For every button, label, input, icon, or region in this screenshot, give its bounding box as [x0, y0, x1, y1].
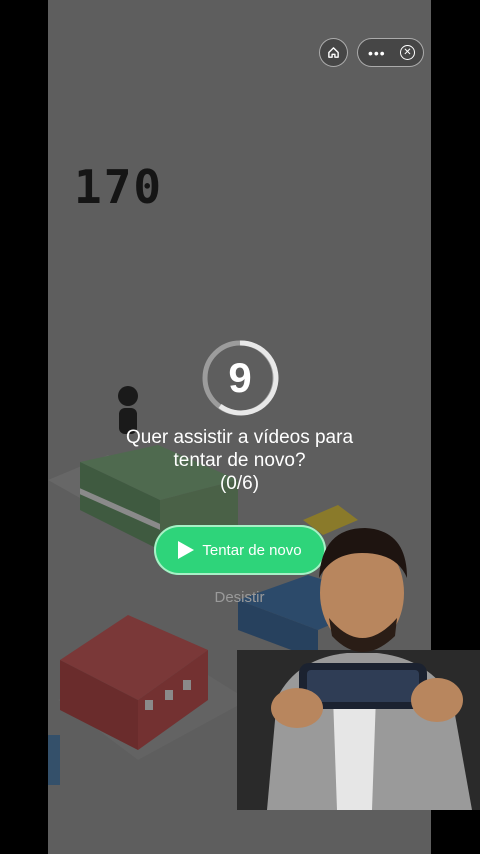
- red-house-window: [165, 690, 173, 700]
- countdown-timer: 9: [200, 338, 280, 418]
- player-head: [118, 386, 138, 406]
- close-circle-icon[interactable]: ✕: [400, 45, 415, 60]
- play-icon: [178, 541, 195, 559]
- video-progress: (0/6): [219, 473, 260, 494]
- red-house-window: [183, 680, 191, 690]
- more-dots-icon[interactable]: •••: [368, 46, 386, 60]
- red-house-window: [145, 700, 153, 710]
- blue-edge-block: [48, 735, 60, 785]
- home-button[interactable]: [319, 38, 348, 67]
- home-icon: [328, 47, 339, 58]
- question-line-1: Quer assistir a vídeos para: [125, 427, 354, 448]
- question-line-2: tentar de novo?: [173, 450, 306, 471]
- countdown-number: 9: [228, 354, 252, 401]
- retry-question: Quer assistir a vídeos para tentar de no…: [48, 426, 431, 495]
- mini-program-capsule: ••• ✕: [357, 38, 424, 67]
- score-counter: 170: [74, 160, 164, 214]
- streamer-webcam-overlay: [237, 528, 480, 810]
